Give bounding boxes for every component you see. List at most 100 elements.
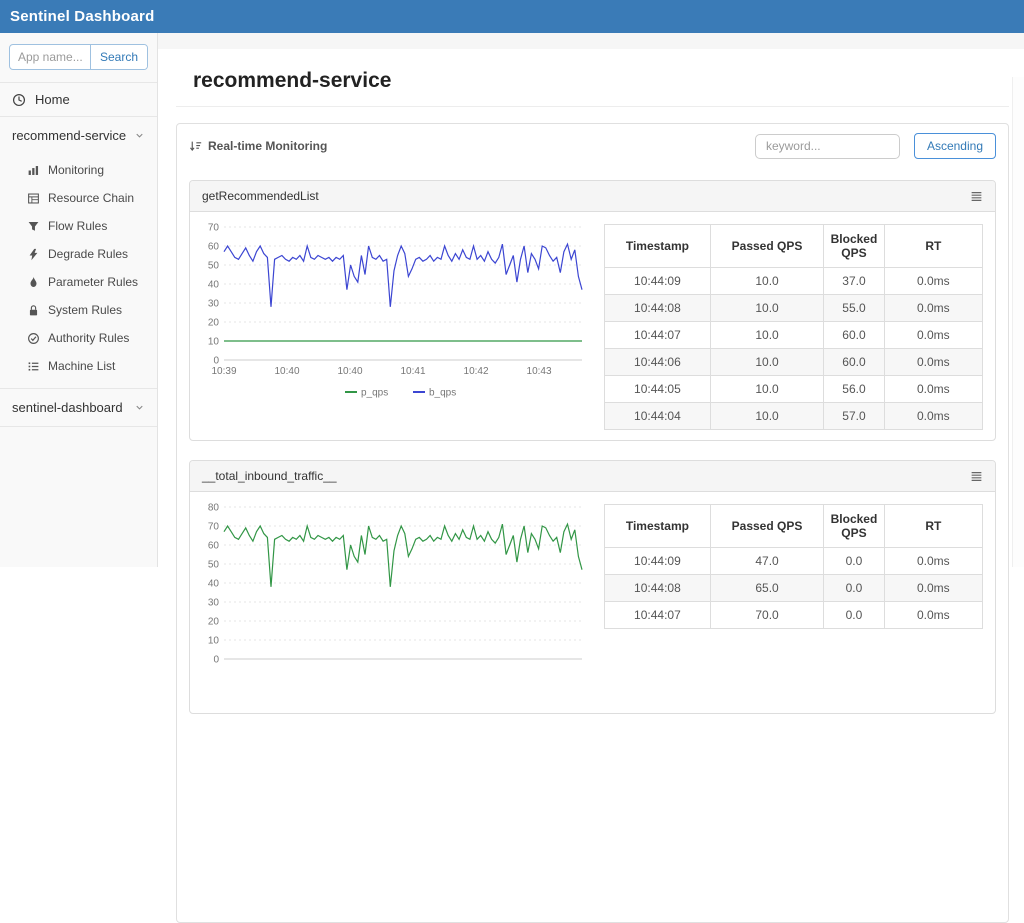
svg-text:60: 60 — [208, 242, 220, 253]
qps-chart-total-inbound-traffic: 80706050403020100 — [196, 498, 588, 698]
rt-cell: 0.0ms — [884, 548, 982, 575]
resource-panel-getRecommendedList: getRecommendedList 70605040302010010:391… — [189, 180, 996, 441]
list-icon — [26, 360, 40, 373]
passed-qps-cell: 47.0 — [710, 548, 823, 575]
sidebar-group-sentinel-dashboard[interactable]: sentinel-dashboard — [0, 389, 157, 427]
sidebar-item-machine-list[interactable]: Machine List — [0, 352, 157, 380]
menu-item-label: Degrade Rules — [48, 247, 128, 261]
main-content: recommend-service Real-time Monitoring A… — [158, 33, 1024, 567]
table-header-row: TimestampPassed QPSBlocked QPSRT — [605, 225, 983, 268]
timestamp-cell: 10:44:07 — [605, 322, 711, 349]
flame-icon — [26, 276, 40, 289]
metrics-table: TimestampPassed QPSBlocked QPSRT 10:44:0… — [604, 224, 983, 430]
table-header-cell: Timestamp — [605, 225, 711, 268]
passed-qps-cell: 70.0 — [710, 602, 823, 629]
passed-qps-cell: 65.0 — [710, 575, 823, 602]
sort-amount-icon — [189, 140, 202, 153]
sidebar: Search Home recommend-service Monitoring… — [0, 33, 158, 567]
table-header-cell: Passed QPS — [710, 225, 823, 268]
sidebar-item-flow-rules[interactable]: Flow Rules — [0, 212, 157, 240]
monitoring-title: Real-time Monitoring — [208, 139, 327, 153]
sidebar-item-degrade-rules[interactable]: Degrade Rules — [0, 240, 157, 268]
timestamp-cell: 10:44:05 — [605, 376, 711, 403]
passed-qps-cell: 10.0 — [710, 349, 823, 376]
rt-cell: 0.0ms — [884, 322, 982, 349]
resource-title: getRecommendedList — [202, 189, 319, 203]
sidebar-group-recommend-service[interactable]: recommend-service — [0, 117, 157, 154]
rt-cell: 0.0ms — [884, 268, 982, 295]
realtime-monitoring-card: Real-time Monitoring Ascending getRecomm… — [176, 123, 1009, 923]
menu-item-label: Monitoring — [48, 163, 104, 177]
menu-icon[interactable] — [970, 470, 983, 483]
sidebar-item-parameter-rules[interactable]: Parameter Rules — [0, 268, 157, 296]
passed-qps-cell: 10.0 — [710, 268, 823, 295]
svg-text:40: 40 — [208, 579, 220, 590]
sidebar-item-monitoring[interactable]: Monitoring — [0, 156, 157, 184]
rt-cell: 0.0ms — [884, 602, 982, 629]
timestamp-cell: 10:44:07 — [605, 602, 711, 629]
resource-title: __total_inbound_traffic__ — [202, 469, 337, 483]
rt-cell: 0.0ms — [884, 349, 982, 376]
table-header-cell: RT — [884, 225, 982, 268]
svg-text:20: 20 — [208, 617, 220, 628]
timestamp-cell: 10:44:04 — [605, 403, 711, 430]
svg-text:10:41: 10:41 — [401, 366, 426, 377]
rt-cell: 0.0ms — [884, 575, 982, 602]
app-search-button[interactable]: Search — [90, 45, 147, 69]
table-header-cell: RT — [884, 505, 982, 548]
content-top-strip — [158, 33, 1024, 49]
ascending-button[interactable]: Ascending — [914, 133, 996, 159]
svg-text:10:42: 10:42 — [464, 366, 489, 377]
title-divider — [176, 106, 1009, 107]
svg-text:0: 0 — [213, 655, 219, 666]
table-row: 10:44:08 65.0 0.0 0.0ms — [605, 575, 983, 602]
menu-item-label: System Rules — [48, 303, 122, 317]
keyword-input[interactable] — [755, 134, 900, 159]
sidebar-item-label: Home — [35, 92, 70, 107]
svg-text:p_qps: p_qps — [361, 388, 388, 399]
passed-qps-cell: 10.0 — [710, 376, 823, 403]
svg-text:50: 50 — [208, 261, 220, 272]
menu-item-label: Parameter Rules — [48, 275, 138, 289]
lock-icon — [26, 304, 40, 317]
table-row: 10:44:07 10.0 60.0 0.0ms — [605, 322, 983, 349]
svg-text:70: 70 — [208, 223, 220, 234]
blocked-qps-cell: 55.0 — [824, 295, 884, 322]
scrollbar-track[interactable] — [1012, 77, 1024, 567]
table-row: 10:44:08 10.0 55.0 0.0ms — [605, 295, 983, 322]
blocked-qps-cell: 0.0 — [824, 602, 884, 629]
sidebar-item-system-rules[interactable]: System Rules — [0, 296, 157, 324]
timestamp-cell: 10:44:08 — [605, 295, 711, 322]
svg-text:10:43: 10:43 — [527, 366, 552, 377]
timestamp-cell: 10:44:06 — [605, 349, 711, 376]
table-row: 10:44:09 47.0 0.0 0.0ms — [605, 548, 983, 575]
rt-cell: 0.0ms — [884, 376, 982, 403]
svg-text:10:40: 10:40 — [274, 366, 299, 377]
menu-icon[interactable] — [970, 190, 983, 203]
resource-panel-total-inbound-traffic: __total_inbound_traffic__ 80706050403020… — [189, 460, 996, 714]
sidebar-item-resource-chain[interactable]: Resource Chain — [0, 184, 157, 212]
app-group-label: recommend-service — [12, 128, 126, 143]
table-icon — [26, 192, 40, 205]
funnel-icon — [26, 220, 40, 233]
svg-text:30: 30 — [208, 598, 220, 609]
svg-text:40: 40 — [208, 280, 220, 291]
svg-text:20: 20 — [208, 318, 220, 329]
rt-cell: 0.0ms — [884, 295, 982, 322]
blocked-qps-cell: 60.0 — [824, 349, 884, 376]
sidebar-item-authority-rules[interactable]: Authority Rules — [0, 324, 157, 352]
bolt-icon — [26, 248, 40, 261]
table-row: 10:44:04 10.0 57.0 0.0ms — [605, 403, 983, 430]
table-header-cell: Timestamp — [605, 505, 711, 548]
table-header-cell: Blocked QPS — [824, 225, 884, 268]
app-search-input[interactable] — [10, 45, 90, 69]
blocked-qps-cell: 56.0 — [824, 376, 884, 403]
clock-icon — [12, 93, 26, 107]
rt-cell: 0.0ms — [884, 403, 982, 430]
menu-item-label: Flow Rules — [48, 219, 107, 233]
sidebar-item-home[interactable]: Home — [0, 82, 157, 117]
table-row: 10:44:05 10.0 56.0 0.0ms — [605, 376, 983, 403]
timestamp-cell: 10:44:08 — [605, 575, 711, 602]
blocked-qps-cell: 0.0 — [824, 575, 884, 602]
table-header-cell: Blocked QPS — [824, 505, 884, 548]
